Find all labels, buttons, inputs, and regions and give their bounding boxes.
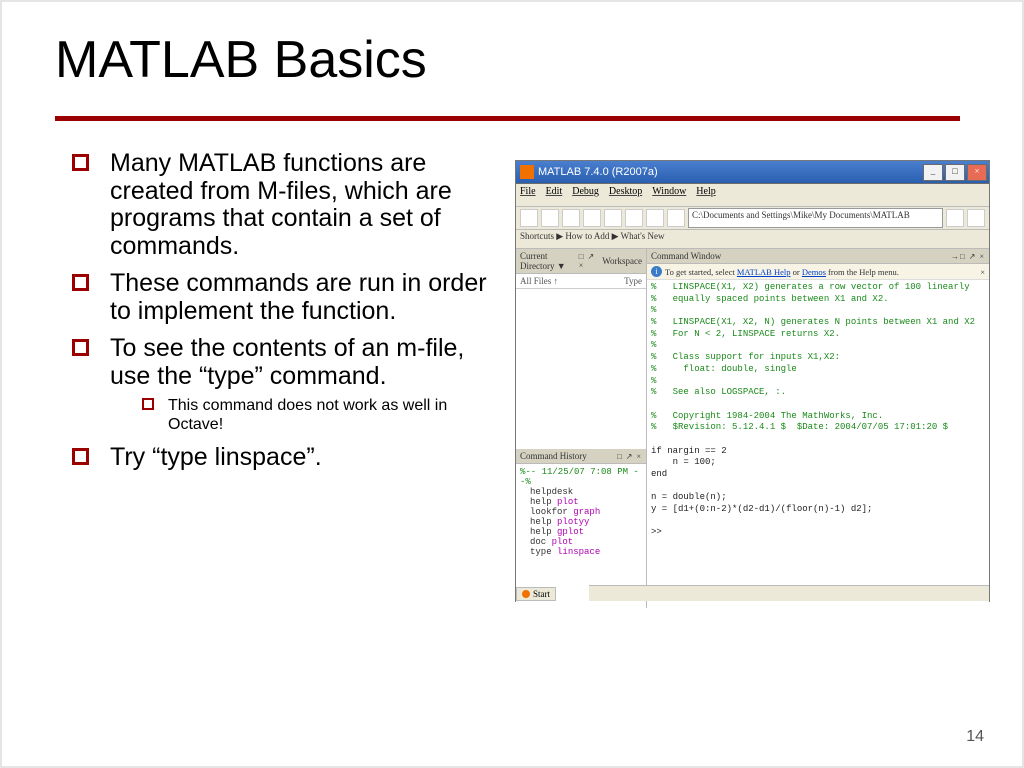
slide: MATLAB Basics Many MATLAB functions are … [0, 0, 1024, 768]
open-file-icon[interactable] [541, 209, 559, 227]
bullet-body: Many MATLAB functions are created from M… [70, 150, 500, 482]
new-file-icon[interactable] [520, 209, 538, 227]
start-icon [522, 590, 530, 598]
menu-desktop[interactable]: Desktop [609, 186, 642, 204]
demos-link[interactable]: Demos [802, 267, 826, 277]
menu-help[interactable]: Help [696, 186, 715, 204]
history-item[interactable]: help plotyy [520, 517, 642, 527]
history-item[interactable]: help plot [520, 497, 642, 507]
bullet-item: To see the contents of an m-file, use th… [70, 335, 500, 434]
toolbar: C:\Documents and Settings\Mike\My Docume… [516, 207, 989, 230]
current-directory-title: Current Directory ▼ □ ↗ × Workspace [516, 249, 646, 274]
panes: Current Directory ▼ □ ↗ × Workspace All … [516, 249, 989, 608]
directory-columns: All Files ↑ Type [516, 274, 646, 289]
dir-dropdown-icon[interactable] [946, 209, 964, 227]
right-column: Command Window →□ ↗ × i To get started, … [647, 249, 989, 608]
current-directory-field[interactable]: C:\Documents and Settings\Mike\My Docume… [688, 208, 943, 228]
history-date: %-- 11/25/07 7:08 PM --% [520, 467, 642, 487]
command-history-title: Command History □ ↗ × [516, 449, 646, 464]
sub-bullet-item: This command does not work as well in Oc… [140, 396, 500, 434]
redo-icon[interactable] [646, 209, 664, 227]
cut-icon[interactable] [562, 209, 580, 227]
slide-title: MATLAB Basics [55, 30, 427, 90]
hint-close-icon[interactable]: × [980, 267, 985, 277]
matlab-screenshot: MATLAB 7.4.0 (R2007a) _ □ × File Edit Debu… [515, 160, 990, 602]
help-icon[interactable] [667, 209, 685, 227]
matlab-help-link[interactable]: MATLAB Help [737, 267, 791, 277]
close-button[interactable]: × [967, 164, 987, 181]
directory-pane: All Files ↑ Type [516, 274, 646, 449]
workspace-tab[interactable]: Workspace [602, 256, 642, 266]
status-bar [589, 585, 989, 601]
pane-controls-icon[interactable]: □ ↗ × [579, 252, 599, 270]
pane-controls-icon[interactable]: →□ ↗ × [951, 252, 985, 261]
shortcuts-bar: Shortcuts ▶ How to Add ▶ What's New [516, 230, 989, 249]
matlab-icon [520, 165, 534, 179]
history-item[interactable]: lookfor graph [520, 507, 642, 517]
title-rule [55, 116, 960, 121]
start-button[interactable]: Start [516, 587, 556, 601]
history-item[interactable]: doc plot [520, 537, 642, 547]
paste-icon[interactable] [604, 209, 622, 227]
copy-icon[interactable] [583, 209, 601, 227]
command-window-title: Command Window →□ ↗ × [647, 249, 989, 264]
menu-debug[interactable]: Debug [572, 186, 599, 204]
history-item[interactable]: help gplot [520, 527, 642, 537]
left-column: Current Directory ▼ □ ↗ × Workspace All … [516, 249, 647, 608]
page-number: 14 [966, 728, 984, 746]
getting-started-hint: i To get started, select MATLAB Help or … [647, 264, 989, 280]
menubar: File Edit Debug Desktop Window Help [516, 184, 989, 207]
browse-icon[interactable] [967, 209, 985, 227]
bullet-item: Try “type linspace”. [70, 444, 500, 472]
history-item[interactable]: helpdesk [520, 487, 642, 497]
command-window[interactable]: % LINSPACE(X1, X2) generates a row vecto… [647, 280, 989, 608]
bullet-item: Many MATLAB functions are created from M… [70, 150, 500, 260]
menu-file[interactable]: File [520, 186, 536, 204]
undo-icon[interactable] [625, 209, 643, 227]
window-title-text: MATLAB 7.4.0 (R2007a) [538, 166, 923, 178]
menu-edit[interactable]: Edit [546, 186, 563, 204]
window-titlebar: MATLAB 7.4.0 (R2007a) _ □ × [516, 161, 989, 184]
info-icon: i [651, 266, 662, 277]
minimize-button[interactable]: _ [923, 164, 943, 181]
history-item[interactable]: type linspace [520, 547, 642, 557]
bullet-item: These commands are run in order to imple… [70, 270, 500, 325]
maximize-button[interactable]: □ [945, 164, 965, 181]
pane-controls-icon[interactable]: □ ↗ × [617, 452, 642, 461]
menu-window[interactable]: Window [652, 186, 686, 204]
